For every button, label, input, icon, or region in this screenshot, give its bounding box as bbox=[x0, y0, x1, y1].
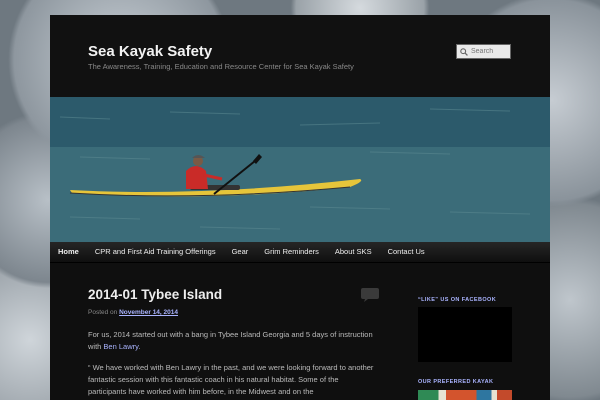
nav-item-contact[interactable]: Contact Us bbox=[380, 242, 433, 262]
ben-lawry-link[interactable]: Ben Lawry bbox=[103, 342, 138, 351]
preferred-kayak-image[interactable] bbox=[418, 390, 512, 400]
paragraph-text-end: . bbox=[138, 342, 141, 351]
nav-item-about[interactable]: About SKS bbox=[327, 242, 380, 262]
site-title[interactable]: Sea Kayak Safety bbox=[88, 43, 212, 60]
header-image bbox=[50, 97, 550, 242]
main-nav: Home CPR and First Aid Training Offering… bbox=[50, 242, 550, 263]
search-icon bbox=[460, 47, 468, 56]
search-box[interactable] bbox=[456, 44, 511, 59]
posted-on-label: Posted on bbox=[88, 309, 118, 316]
facebook-widget-heading: “Like” us on Facebook bbox=[418, 297, 497, 303]
site-header: Sea Kayak Safety The Awareness, Training… bbox=[50, 15, 550, 97]
post-date-link[interactable]: November 14, 2014 bbox=[119, 309, 178, 316]
post-paragraph: “ We have worked with Ben Lawry in the p… bbox=[88, 363, 374, 396]
site-description: The Awareness, Training, Education and R… bbox=[88, 62, 354, 71]
search-input[interactable] bbox=[468, 48, 511, 55]
nav-item-home[interactable]: Home bbox=[50, 242, 87, 262]
post-title[interactable]: 2014-01 Tybee Island bbox=[88, 287, 222, 302]
nav-item-gear[interactable]: Gear bbox=[224, 242, 257, 262]
nav-item-cpr-first-aid[interactable]: CPR and First Aid Training Offerings bbox=[87, 242, 224, 262]
kayaker-photo bbox=[50, 97, 550, 242]
comment-bubble-icon[interactable] bbox=[360, 287, 380, 303]
post-paragraph: For us, 2014 started out with a bang in … bbox=[88, 329, 378, 353]
post-body: For us, 2014 started out with a bang in … bbox=[88, 329, 378, 400]
facebook-widget[interactable] bbox=[418, 307, 512, 362]
page-container: Sea Kayak Safety The Awareness, Training… bbox=[50, 15, 550, 400]
preferred-kayak-heading: Our Preferred Kayak bbox=[418, 379, 494, 385]
main-content: 2014-01 Tybee Island Posted on November … bbox=[50, 263, 550, 400]
post-meta: Posted on November 14, 2014 bbox=[88, 309, 178, 316]
nav-item-grim-reminders[interactable]: Grim Reminders bbox=[256, 242, 327, 262]
